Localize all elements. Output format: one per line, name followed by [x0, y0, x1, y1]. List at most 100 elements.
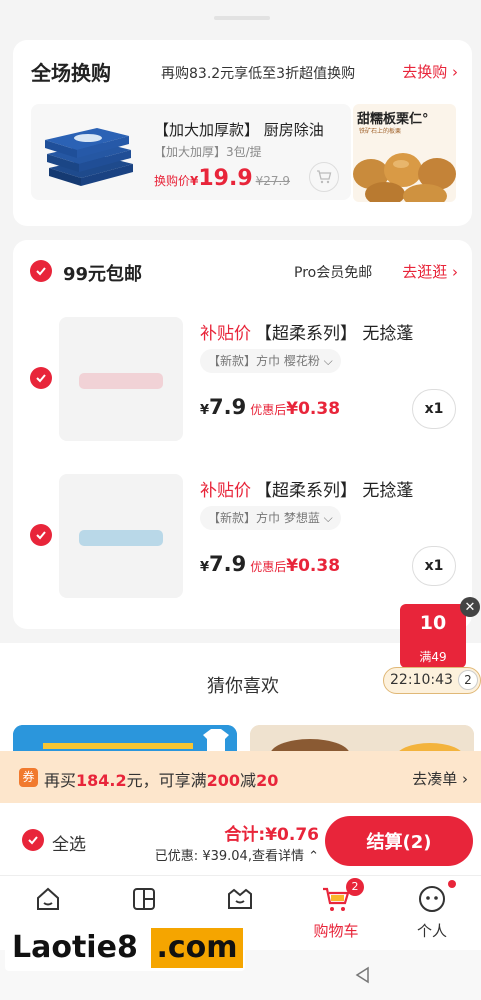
- view-detail: ,查看详情: [247, 849, 304, 864]
- watermark-text: Laotie8: [12, 930, 138, 965]
- towel-pink-shape: [79, 373, 163, 389]
- promo-text-c: 减: [240, 771, 257, 790]
- total-label: 合计:: [224, 825, 266, 845]
- item-title: 补贴价 【超柔系列】 无捻蓬: [200, 476, 413, 501]
- shipping-link-label: 去逛逛: [402, 263, 448, 281]
- chestnut-title: 甜糯板栗仁°: [357, 112, 429, 127]
- tab-label: 购物车: [313, 922, 359, 940]
- discount-row[interactable]: 已优惠: ¥39.04,查看详情 ⌃: [155, 845, 319, 864]
- item-name: 【超柔系列】 无捻蓬: [255, 324, 414, 344]
- item-price-row: ¥7.9 优惠后¥0.38: [200, 552, 340, 576]
- exchange-item-name: 【加大加厚款】 厨房除油: [154, 121, 324, 139]
- exchange-price-label: 换购价: [154, 174, 191, 188]
- exchange-price: 19.9: [198, 166, 253, 191]
- promo-text-b: 元，可享满: [126, 771, 207, 790]
- exchange-item-sub: 【加大加厚】3包/提: [154, 145, 262, 159]
- exchange-link[interactable]: 去换购 ›: [402, 61, 458, 82]
- discount-label: 已优惠:: [154, 849, 203, 864]
- after-discount-label: 优惠后: [250, 560, 287, 574]
- crown-box-icon: [228, 888, 252, 909]
- item-price: 7.9: [209, 395, 247, 419]
- subsidy-tag: 补贴价: [200, 324, 251, 344]
- promo-threshold: 200: [206, 771, 241, 790]
- check-icon: [36, 374, 46, 383]
- chevron-up-icon: ⌃: [308, 849, 319, 864]
- chevron-down-icon: ⌵: [323, 354, 333, 368]
- cart-badge: 2: [346, 878, 364, 896]
- check-icon: [28, 836, 38, 845]
- promo-discount: 20: [256, 771, 279, 790]
- exchange-orig-price: ¥27.9: [255, 174, 291, 188]
- checkout-bar: 全选 合计:¥0.76 已优惠: ¥39.04,查看详情 ⌃ 结算(2): [0, 803, 481, 875]
- back-icon[interactable]: [354, 966, 372, 984]
- exchange-price-row: 换购价¥19.9 ¥27.9: [154, 166, 290, 191]
- tab-profile[interactable]: 个人: [384, 876, 480, 951]
- category-icon: [133, 888, 155, 910]
- tab-cart[interactable]: 2 购物车: [288, 876, 384, 951]
- check-icon: [36, 531, 46, 540]
- watermark: Laotie8 .com: [5, 925, 245, 971]
- exchange-title: 全场换购: [31, 61, 111, 85]
- group-checkbox[interactable]: [30, 260, 52, 282]
- top-strip: [0, 0, 481, 30]
- coupon-icon: 券: [19, 768, 38, 787]
- watermark-suffix: .com: [151, 928, 243, 968]
- item-spec: 【新款】方巾 樱花粉: [208, 354, 320, 368]
- total-row: 合计:¥0.76: [224, 820, 319, 845]
- towel-blue-image: [59, 474, 183, 598]
- coupon-condition: 满49: [419, 650, 447, 664]
- promo-text-a: 再买: [44, 771, 77, 790]
- chestnut-sub: 铁矿石上的板栗: [359, 128, 402, 135]
- item-price-row: ¥7.9 优惠后¥0.38: [200, 395, 340, 419]
- tab-label: 个人: [416, 922, 447, 940]
- add-items-link[interactable]: 去凑单 ›: [412, 768, 468, 789]
- exchange-item-chestnut[interactable]: 甜糯板栗仁° 铁矿石上的板栗: [353, 104, 456, 202]
- item-checkbox[interactable]: [30, 367, 52, 389]
- select-all-checkbox[interactable]: [22, 829, 44, 851]
- item-title: 补贴价 【超柔系列】 无捻蓬: [200, 319, 413, 344]
- select-all-label[interactable]: 全选: [52, 830, 86, 855]
- exchange-link-label: 去换购: [402, 63, 448, 81]
- floating-coupon[interactable]: 10 满49: [400, 604, 466, 668]
- promo-text: 再买184.2元，可享满200减20: [44, 767, 278, 791]
- item-spec: 【新款】方巾 梦想蓝: [208, 511, 320, 525]
- cart-item[interactable]: 补贴价 【超柔系列】 无捻蓬 【新款】方巾 樱花粉 ⌵ ¥7.9 优惠后¥0.38 …: [13, 317, 472, 445]
- pro-free-shipping: Pro会员免邮: [294, 265, 373, 281]
- item-spec-selector[interactable]: 【新款】方巾 梦想蓝 ⌵: [200, 506, 341, 530]
- item-spec-selector[interactable]: 【新款】方巾 樱花粉 ⌵: [200, 349, 341, 373]
- after-discount-label: 优惠后: [250, 403, 287, 417]
- quantity-stepper[interactable]: x1: [412, 546, 456, 586]
- chevron-down-icon: ⌵: [323, 511, 333, 525]
- check-icon: [36, 267, 46, 276]
- quantity-stepper[interactable]: x1: [412, 389, 456, 429]
- timer-text: 22:10:43: [390, 672, 453, 688]
- currency: ¥: [200, 560, 210, 575]
- exchange-desc: 再购83.2元享低至3折超值换购: [161, 66, 356, 82]
- item-checkbox[interactable]: [30, 524, 52, 546]
- after-discount-price: ¥0.38: [286, 556, 341, 576]
- drag-handle[interactable]: [214, 16, 270, 20]
- free-shipping-card: 99元包邮 Pro会员免邮 去逛逛 › 补贴价 【超柔系列】 无捻蓬 【新款】方巾…: [13, 240, 472, 629]
- promo-bar[interactable]: 券 再买184.2元，可享满200减20 去凑单 ›: [0, 751, 481, 803]
- wipes-product-image: [45, 128, 133, 186]
- item-name: 【超柔系列】 无捻蓬: [255, 481, 414, 501]
- promo-amount: 184.2: [76, 771, 127, 790]
- shipping-link[interactable]: 去逛逛 ›: [402, 261, 458, 282]
- profile-dot: [448, 880, 456, 888]
- shipping-title: 99元包邮: [63, 264, 143, 285]
- cart-item[interactable]: 补贴价 【超柔系列】 无捻蓬 【新款】方巾 梦想蓝 ⌵ ¥7.9 优惠后¥0.38 …: [13, 474, 472, 602]
- item-price: 7.9: [209, 552, 247, 576]
- total-amount: ¥0.76: [265, 825, 319, 845]
- exchange-item[interactable]: 【加大加厚款】 厨房除油 【加大加厚】3包/提 换购价¥19.9 ¥27.9: [31, 104, 351, 200]
- cart-icon: [317, 170, 332, 184]
- home-icon: [37, 887, 59, 910]
- towel-pink-image: [59, 317, 183, 441]
- towel-blue-shape: [79, 530, 163, 546]
- coupon-timer: 22:10:43 2: [383, 667, 481, 694]
- close-icon[interactable]: ✕: [460, 597, 480, 617]
- add-to-cart-button[interactable]: [309, 162, 339, 192]
- coupon-amount: 10: [419, 612, 447, 634]
- profile-icon: [419, 886, 445, 912]
- discount-amount: ¥39.04: [202, 849, 248, 864]
- checkout-button[interactable]: 结算(2): [325, 816, 473, 866]
